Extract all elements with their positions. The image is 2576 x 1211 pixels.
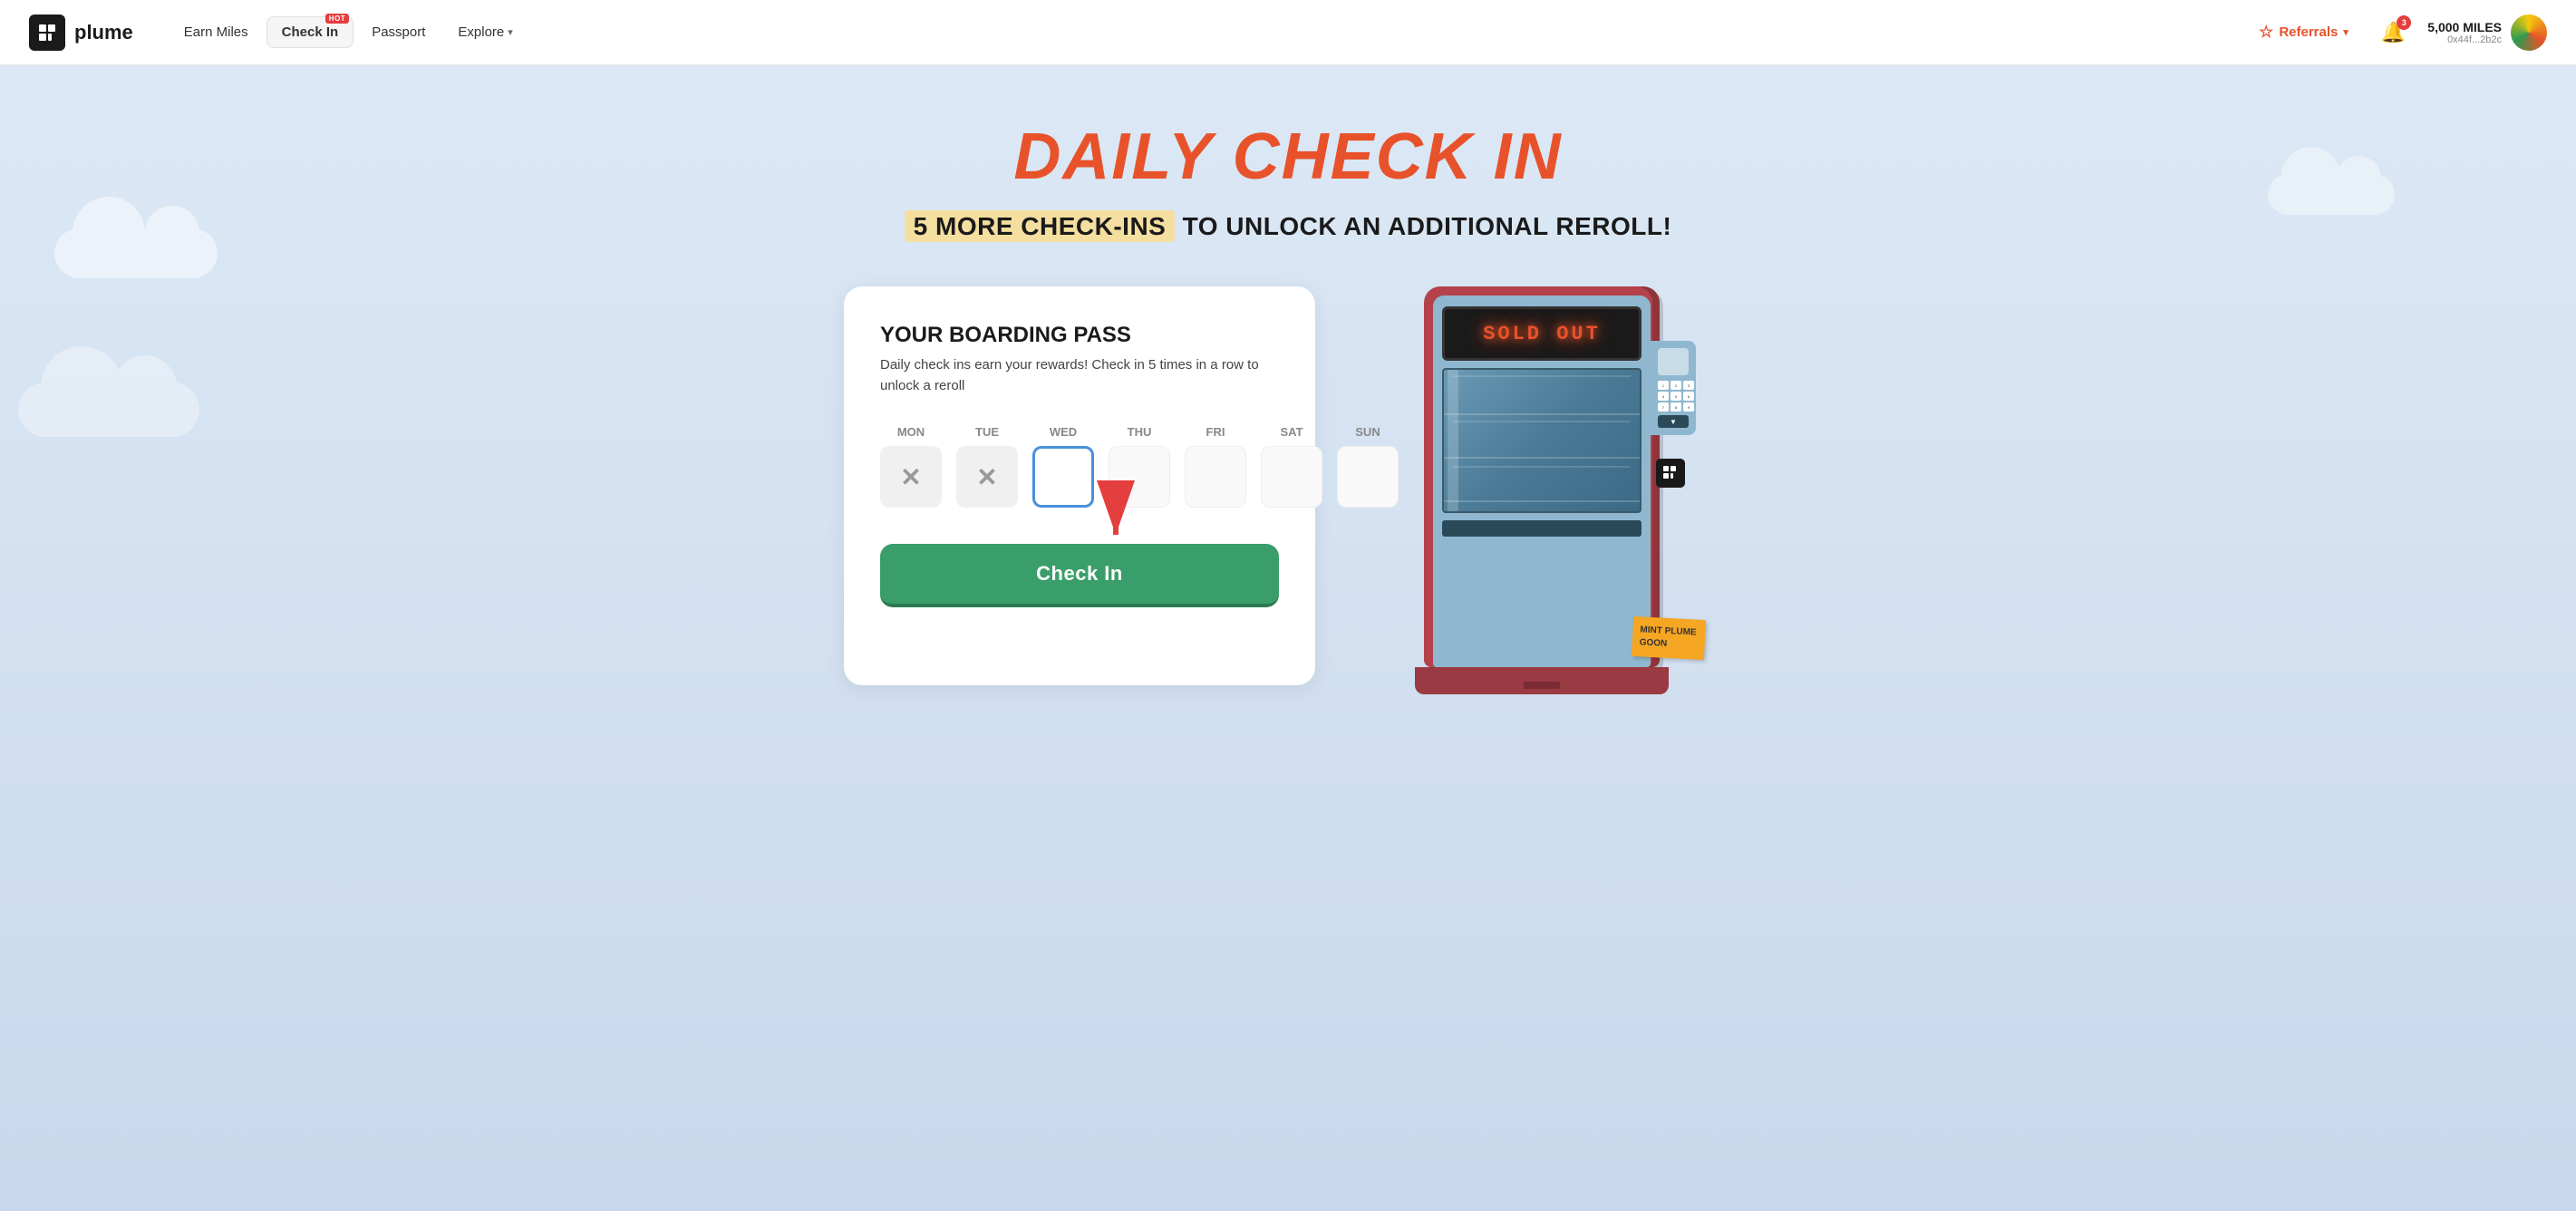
vm-base-detail [1524,682,1560,689]
notification-badge: 3 [2397,15,2411,30]
day-box-fri [1185,446,1246,508]
day-col-mon: MON ✕ [880,425,942,508]
vm-shelf-3 [1444,500,1640,502]
star-icon: ☆ [2259,23,2273,42]
vm-body: SOLD OUT [1424,286,1660,667]
referrals-button[interactable]: ☆ Referrals ▾ [2248,17,2359,47]
cloud-decoration-1 [54,228,218,278]
vm-base [1415,667,1669,694]
vm-note: MINT PLUME GOON [1632,616,1706,660]
vm-display: SOLD OUT [1442,306,1641,361]
miles-amount: 5,000 MILES [2427,20,2502,34]
vm-key-8: 8 [1671,402,1681,412]
day-label-sun: SUN [1355,425,1380,439]
checkin-button[interactable]: Check In [880,544,1279,607]
vm-glass [1442,368,1641,513]
nav-explore[interactable]: Explore ▾ [443,17,527,47]
day-label-tue: TUE [975,425,999,439]
nav-left: plume Earn Miles HOT Check In Passport E… [29,15,528,51]
day-label-fri: FRI [1206,425,1225,439]
referrals-chevron-icon: ▾ [2343,26,2348,38]
hero-subtitle: 5 MORE CHECK-INS TO UNLOCK AN ADDITIONAL… [905,212,1672,241]
nav-check-in[interactable]: HOT Check In [266,16,354,48]
page-title: DAILY CHECK IN [1013,120,1562,194]
hot-badge: HOT [325,14,349,24]
explore-chevron-icon: ▾ [508,26,513,38]
vm-keypad: 1 2 3 4 5 6 7 8 9 [1658,381,1689,412]
vm-wrapper: SOLD OUT [1415,286,1669,694]
subtitle-highlight: 5 MORE CHECK-INS [905,210,1176,242]
notification-button[interactable]: 🔔 3 [2377,17,2409,48]
card-description: Daily check ins earn your rewards! Check… [880,355,1279,396]
vm-key-4: 4 [1658,392,1669,401]
day-label-wed: WED [1050,425,1077,439]
vending-machine: SOLD OUT [1415,286,1705,699]
vending-machine-container: SOLD OUT [1388,286,1732,699]
day-box-tue: ✕ [956,446,1018,508]
vm-key-1: 1 [1658,381,1669,390]
checkin-section: Check In [880,544,1279,607]
day-col-tue: TUE ✕ [956,425,1018,508]
nav-links: Earn Miles HOT Check In Passport Explore… [169,16,528,48]
vm-arrow-button: ▼ [1658,415,1689,428]
logo[interactable]: plume [29,15,133,51]
vm-screen-small [1658,348,1689,375]
user-info[interactable]: 5,000 MILES 0x44f...2b2c [2427,15,2547,51]
cloud-decoration-2 [2268,174,2395,215]
vm-key-3: 3 [1683,381,1694,390]
wallet-address: 0x44f...2b2c [2427,34,2502,45]
vm-front: SOLD OUT [1433,295,1651,667]
avatar[interactable] [2511,15,2547,51]
day-label-thu: THU [1128,425,1152,439]
day-label-mon: MON [897,425,925,439]
logo-text: plume [74,21,133,44]
vm-keypad-area: 1 2 3 4 5 6 7 8 9 [1651,341,1696,435]
vm-slot [1442,520,1641,537]
cloud-decoration-3 [18,383,199,437]
vm-key-2: 2 [1671,381,1681,390]
vm-logo-icon [1662,465,1679,481]
day-col-fri: FRI [1185,425,1246,508]
vm-logo [1656,459,1685,488]
vm-arrow-icon: ▼ [1670,418,1677,426]
day-label-sat: SAT [1280,425,1303,439]
miles-info: 5,000 MILES 0x44f...2b2c [2427,20,2502,45]
navbar: plume Earn Miles HOT Check In Passport E… [0,0,2576,65]
main-content: DAILY CHECK IN 5 MORE CHECK-INS TO UNLOC… [0,65,2576,1211]
boarding-pass-card: YOUR BOARDING PASS Daily check ins earn … [844,286,1315,685]
vm-key-9: 9 [1683,402,1694,412]
nav-earn-miles[interactable]: Earn Miles [169,17,263,47]
card-title: YOUR BOARDING PASS [880,323,1279,348]
logo-icon [29,15,65,51]
vm-key-7: 7 [1658,402,1669,412]
sold-out-text: SOLD OUT [1483,323,1601,345]
vm-glass-shine [1448,370,1458,511]
nav-right: ☆ Referrals ▾ 🔔 3 5,000 MILES 0x44f...2b… [2248,15,2547,51]
vm-key-5: 5 [1671,392,1681,401]
vm-shelf-1 [1444,413,1640,415]
vm-key-6: 6 [1683,392,1694,401]
vm-shelf-2 [1444,457,1640,459]
nav-passport[interactable]: Passport [357,17,440,47]
content-row: YOUR BOARDING PASS Daily check ins earn … [744,286,1832,699]
arrow-icon [1080,476,1152,548]
subtitle-rest: TO UNLOCK AN ADDITIONAL REROLL! [1183,212,1672,240]
day-box-mon: ✕ [880,446,942,508]
day-box-sat [1261,446,1322,508]
day-col-sat: SAT [1261,425,1322,508]
